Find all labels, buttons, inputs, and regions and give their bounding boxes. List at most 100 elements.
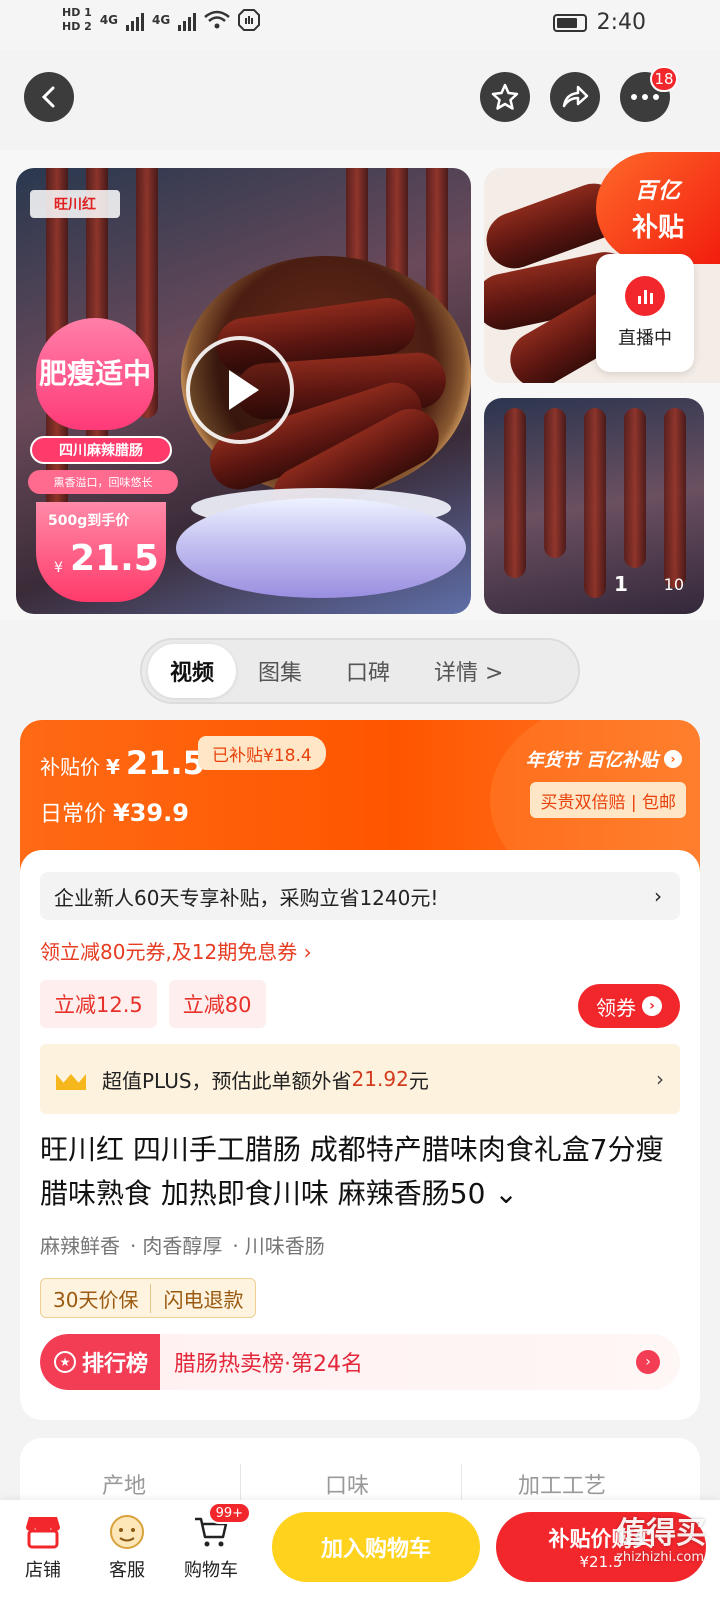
attribute-process[interactable]: 加工工艺 <box>518 1468 606 1500</box>
play-icon[interactable] <box>186 336 294 444</box>
live-label: 直播中 <box>618 328 672 349</box>
attribute-flavor[interactable]: 口味 <box>325 1468 369 1500</box>
plus-unit: 元 <box>408 1068 429 1093</box>
image-counter: 1 10 <box>604 565 694 603</box>
subsidized-amount-tag: 已补贴¥18.4 <box>198 736 326 770</box>
service-badge: 30天价保 <box>53 1287 139 1312</box>
ranking-bar[interactable]: ★ 排行榜 腊肠热卖榜·第24名 › <box>40 1334 680 1390</box>
customer-service-label: 客服 <box>109 1560 145 1581</box>
promo-price-label: 500g到手价 <box>48 513 130 529</box>
promo-price: 21.5 <box>70 538 159 579</box>
service-badges[interactable]: 30天价保 闪电退款 <box>40 1278 257 1318</box>
hd2-label: HD 2 <box>62 20 92 33</box>
shop-label: 店铺 <box>25 1560 61 1581</box>
watermark-text: 值得买 <box>616 1516 706 1551</box>
promo-currency: ¥ <box>54 560 63 576</box>
message-badge: 18 <box>650 66 678 92</box>
promo-subtitle: 熏香溢口，回味悠长 <box>28 470 178 494</box>
more-dots-icon <box>631 94 659 100</box>
ranking-label-block: ★ 排行榜 <box>40 1334 161 1390</box>
shop-icon <box>21 1512 65 1552</box>
coupon-offer-link[interactable]: 领立减80元券,及12期免息券 › <box>40 936 312 965</box>
more-button[interactable]: 18 <box>620 66 678 122</box>
subsidy-price-row: 补贴价 ¥ 21.5 <box>40 744 205 782</box>
status-right: 2:40 <box>552 10 646 35</box>
get-coupon-label: 领券 <box>596 995 636 1020</box>
back-button[interactable] <box>24 72 74 122</box>
chevron-right-icon: › <box>636 1350 660 1374</box>
live-stream-button[interactable]: 直播中 <box>596 254 694 372</box>
product-tag: 川味香肠 <box>232 1230 325 1259</box>
subsidy-program-text: 年货节 百亿补贴 <box>525 750 658 771</box>
plus-text: 超值PLUS，预估此单额外省 <box>102 1068 352 1093</box>
promo-overlay: 肥瘦适中 四川麻辣腊肠 熏香溢口，回味悠长 500g到手价 ¥ 21.5 <box>24 318 182 608</box>
promo-tag: 肥瘦适中 <box>36 318 154 430</box>
bottom-action-bar: 店铺 客服 99+ 购物车 加入购物车 补贴价购买 ¥21.5 <box>0 1500 720 1600</box>
plus-savings-bar[interactable]: 超值PLUS，预估此单额外省 21.92 元 › <box>40 1044 680 1114</box>
subsidy-price-label: 补贴价 <box>40 755 100 779</box>
tab-reviews[interactable]: 口碑 <box>324 644 412 698</box>
signal-group: HD 1 HD 2 4G 4G <box>62 6 261 34</box>
counter-total: 10 <box>663 574 684 594</box>
ranking-label: 排行榜 <box>82 1352 149 1377</box>
favorite-button[interactable] <box>480 72 530 122</box>
chevron-right-icon: › <box>656 1067 664 1091</box>
privacy-icon <box>238 9 261 31</box>
discount-chips: 立减12.5 立减80 <box>40 980 266 1028</box>
product-info-card: 企业新人60天专享补贴，采购立省1240元! › 领立减80元券,及12期免息券… <box>20 850 700 1420</box>
discount-chip[interactable]: 立减12.5 <box>40 980 157 1028</box>
subsidy-bottom-text: 补贴 <box>631 212 684 243</box>
billion-subsidy-badge: 百亿 补贴 <box>596 152 720 264</box>
network-type-2: 4G <box>152 13 171 27</box>
signal-icon-2 <box>178 9 197 31</box>
display-plate <box>176 498 466 598</box>
product-tag: 肉香醇厚 <box>130 1230 222 1259</box>
tab-video[interactable]: 视频 <box>148 644 237 698</box>
signal-icon <box>126 9 145 31</box>
hd-indicator: HD 1 HD 2 <box>62 6 92 34</box>
chevron-right-icon: › <box>664 750 682 768</box>
cart-icon: 99+ <box>189 1502 251 1552</box>
wifi-icon <box>204 10 231 29</box>
clock: 2:40 <box>596 10 646 35</box>
main-video-thumbnail[interactable]: 旺川红 肥瘦适中 四川麻辣腊肠 熏香溢口，回味悠长 500g到手价 ¥ 21.5 <box>16 168 471 614</box>
tab-details[interactable]: 详情 > <box>412 644 525 698</box>
cart-count-badge: 99+ <box>207 1502 251 1524</box>
price-guarantee-badge[interactable]: 买贵双倍赔 | 包邮 <box>530 782 686 818</box>
brand-logo: 旺川红 <box>30 190 120 218</box>
subsidy-currency: ¥ <box>106 755 120 779</box>
chevron-right-icon: › <box>642 996 662 1016</box>
product-title[interactable]: 旺川红 四川手工腊肠 成都特产腊味肉食礼盒7分瘦腊味熟食 加热即食川味 麻辣香肠… <box>40 1128 680 1216</box>
media-tabs: 视频 图集 口碑 详情 > <box>140 638 580 704</box>
plus-amount: 21.92 <box>351 1067 409 1091</box>
subsidy-program-link[interactable]: 年货节 百亿补贴 › <box>526 746 682 772</box>
chevron-right-icon: › <box>654 884 662 908</box>
share-icon <box>562 85 589 108</box>
regular-price-row: 日常价 ¥39.9 <box>40 796 189 828</box>
crown-icon <box>56 1068 86 1090</box>
hd1-label: HD 1 <box>62 6 92 19</box>
trophy-icon: ★ <box>54 1351 76 1373</box>
cart-label: 购物车 <box>184 1560 238 1581</box>
attribute-origin[interactable]: 产地 <box>102 1468 146 1500</box>
new-user-subsidy-bar[interactable]: 企业新人60天专享补贴，采购立省1240元! › <box>40 872 680 920</box>
status-bar: HD 1 HD 2 4G 4G 2:40 <box>0 0 720 50</box>
share-button[interactable] <box>550 72 600 122</box>
subsidy-top-text: 百亿 <box>634 178 681 204</box>
get-coupon-button[interactable]: 领券 › <box>578 984 680 1028</box>
new-user-text: 企业新人60天专享补贴，采购立省1240元! <box>54 885 439 910</box>
cart-button[interactable]: 99+ 购物车 <box>176 1502 251 1582</box>
shop-button[interactable]: 店铺 <box>8 1512 78 1582</box>
add-to-cart-button[interactable]: 加入购物车 <box>272 1512 480 1582</box>
counter-current: 1 <box>614 572 628 596</box>
service-badge: 闪电退款 <box>150 1283 255 1313</box>
live-icon <box>625 276 665 316</box>
regular-price: ¥39.9 <box>113 799 189 827</box>
promo-title: 四川麻辣腊肠 <box>30 436 172 464</box>
customer-service-button[interactable]: 客服 <box>92 1512 162 1582</box>
subsidy-price: 21.5 <box>125 744 205 782</box>
discount-chip[interactable]: 立减80 <box>168 980 266 1028</box>
network-type-1: 4G <box>99 13 119 27</box>
battery-icon <box>552 13 587 32</box>
tab-gallery[interactable]: 图集 <box>236 644 324 698</box>
